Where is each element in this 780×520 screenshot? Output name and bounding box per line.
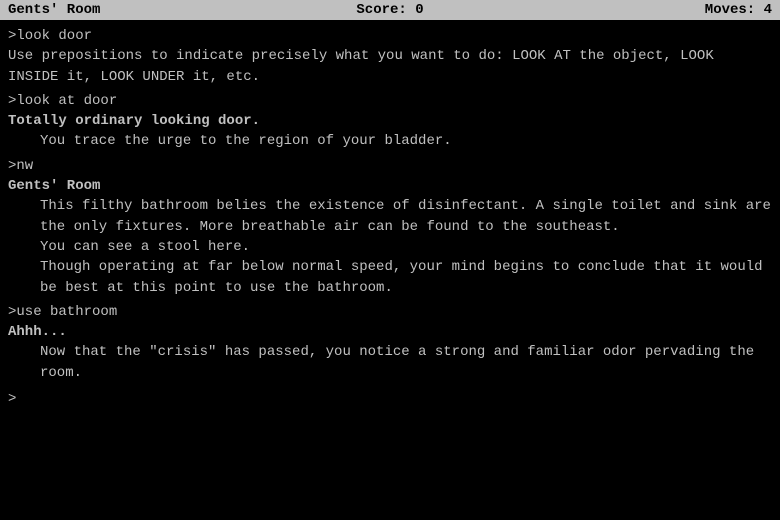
command-line: >nw [8,156,772,176]
location-label: Gents' Room [8,2,263,18]
indented-text: You can see a stool here. [8,237,772,257]
indented-text: You trace the urge to the region of your… [8,131,772,151]
moves-label: Moves: 4 [517,2,772,18]
indented-text: Now that the "crisis" has passed, you no… [8,342,772,383]
input-prompt[interactable]: > [8,389,772,409]
command-line: >look door [8,26,772,46]
bold-text: Totally ordinary looking door. [8,111,772,131]
score-label: Score: 0 [263,2,518,18]
game-text: Use prepositions to indicate precisely w… [8,46,772,87]
command-line: >use bathroom [8,302,772,322]
bold-text: Ahhh... [8,322,772,342]
game-content: >look doorUse prepositions to indicate p… [0,20,780,415]
indented-text: This filthy bathroom belies the existenc… [8,196,772,237]
game-header: Gents' Room Score: 0 Moves: 4 [0,0,780,20]
indented-text: Though operating at far below normal spe… [8,257,772,298]
bold-text: Gents' Room [8,176,772,196]
command-line: >look at door [8,91,772,111]
